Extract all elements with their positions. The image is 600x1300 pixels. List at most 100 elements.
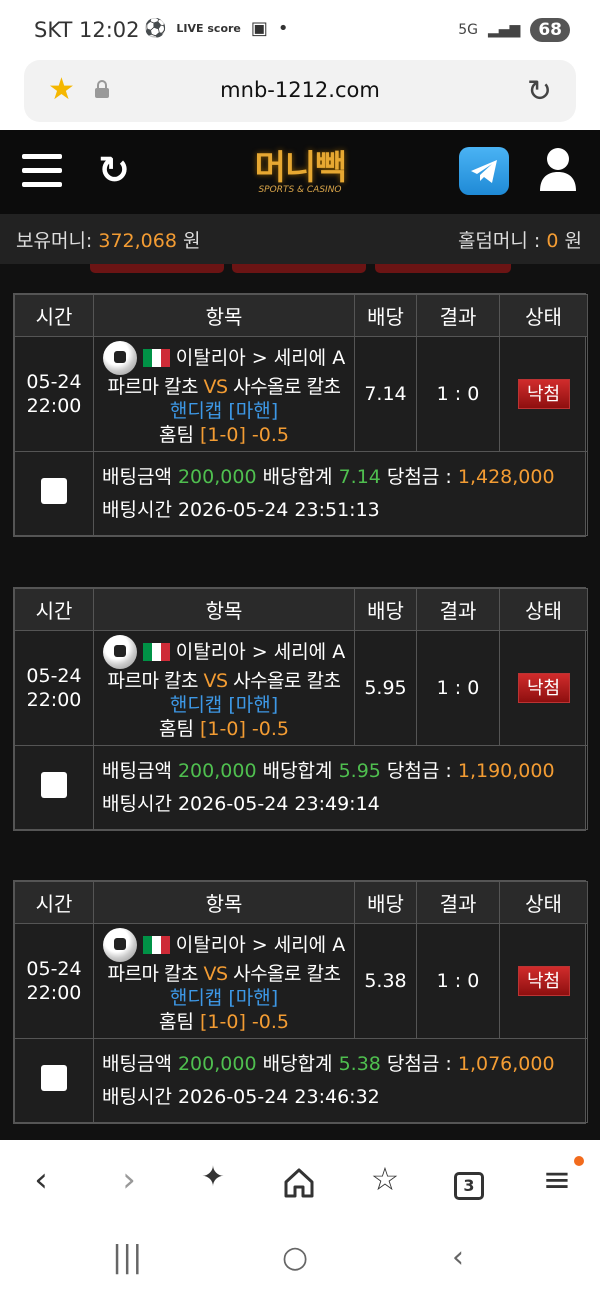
bet-info: 배팅금액 200,000 배당합계 5.38 당첨금 : 1,076,000 배… — [93, 1038, 588, 1123]
menu-icon[interactable] — [22, 154, 62, 188]
match-hour: 22:00 — [26, 982, 82, 1004]
forward-icon[interactable]: › — [104, 1160, 154, 1204]
bet-slip: 시간 항목 배당 결과 상태 05-24 22:00 이탈리아 > 세리에 A — [13, 587, 588, 831]
odds-total-label: 배당합계 — [262, 1052, 333, 1075]
tab-strip — [0, 264, 600, 274]
notification-dot-icon: • — [277, 18, 289, 39]
bet-slip: 시간 항목 배당 결과 상태 05-24 22:00 이탈리아 > 세리에 A — [13, 880, 588, 1124]
soccer-ball-icon: ⚽ — [144, 18, 167, 39]
logo-text: 머니빽 — [254, 148, 347, 188]
tab-peek[interactable] — [90, 264, 224, 273]
carrier: SKT — [34, 18, 73, 42]
holdem-label: 홀덤머니 : — [457, 230, 541, 252]
status-cell: 낙첨 — [499, 923, 588, 1039]
select-checkbox[interactable] — [41, 478, 67, 504]
vs-label: VS — [203, 376, 228, 398]
bet-amount-label: 배팅금액 — [102, 759, 172, 782]
header-item: 항목 — [93, 881, 355, 924]
bet-time-label: 배팅시간 — [102, 792, 172, 815]
select-checkbox[interactable] — [41, 772, 67, 798]
win-amount-label: 당첨금 : — [386, 465, 452, 488]
header-result: 결과 — [416, 881, 500, 924]
italy-flag-icon — [142, 643, 170, 661]
pick-label: 홈팀 — [159, 424, 194, 446]
league-name: 이탈리아 > 세리에 A — [175, 641, 346, 663]
checkbox-cell — [14, 451, 94, 536]
win-amount-value: 1,190,000 — [457, 759, 555, 782]
away-team: 사수올로 칼초 — [233, 670, 341, 692]
soccer-ball-icon — [102, 341, 137, 375]
header-odds: 배당 — [354, 294, 417, 337]
more-menu-icon[interactable]: ≡ — [532, 1156, 584, 1204]
italy-flag-icon — [142, 936, 170, 954]
system-back-icon[interactable]: ‹ — [452, 1240, 464, 1275]
market-type: 핸디캡 — [169, 987, 223, 1009]
pick-line: [1-0] -0.5 — [200, 718, 289, 740]
checkbox-cell — [14, 1038, 94, 1123]
select-checkbox[interactable] — [41, 1065, 67, 1091]
address-bar[interactable]: ★ mnb-1212.com ↻ — [24, 60, 576, 122]
match-hour: 22:00 — [26, 689, 82, 711]
battery-icon: 68 — [530, 18, 570, 42]
back-icon[interactable]: ‹ — [16, 1160, 66, 1204]
balance-unit: 원 — [183, 230, 201, 252]
bet-slip: 시간 항목 배당 결과 상태 05-24 22:00 이탈리아 > 세리에 A — [13, 293, 588, 537]
url-text[interactable]: mnb-1212.com — [24, 78, 576, 102]
win-amount-label: 당첨금 : — [386, 1052, 452, 1075]
pick-label: 홈팀 — [159, 1011, 194, 1033]
screen-icon: ▣ — [250, 18, 268, 39]
site-header: ↻ 머니빽 SPORTS & CASINO — [0, 130, 600, 214]
bet-info: 배팅금액 200,000 배당합계 5.95 당첨금 : 1,190,000 배… — [93, 745, 588, 830]
match-time: 05-24 22:00 — [14, 923, 94, 1039]
odds-total-value: 5.38 — [338, 1052, 381, 1075]
match-item: 이탈리아 > 세리에 A 파르마 칼초 VS 사수올로 칼초 핸디캡 [마핸] … — [93, 923, 355, 1039]
result-value: 1 : 0 — [416, 336, 500, 452]
market-type: 핸디캡 — [169, 694, 223, 716]
home-icon[interactable] — [274, 1160, 324, 1204]
odds-value: 5.95 — [354, 630, 417, 746]
checkbox-cell — [14, 745, 94, 830]
home-team: 파르마 칼초 — [107, 670, 198, 692]
header-result: 결과 — [416, 588, 500, 631]
soccer-ball-icon — [102, 928, 137, 962]
reload-icon[interactable]: ↻ — [527, 74, 552, 109]
tab-peek[interactable] — [375, 264, 511, 273]
odds-total-label: 배당합계 — [262, 759, 333, 782]
header-odds: 배당 — [354, 588, 417, 631]
result-value: 1 : 0 — [416, 923, 500, 1039]
odds-total-value: 5.95 — [338, 759, 381, 782]
bet-amount-label: 배팅금액 — [102, 465, 172, 488]
balance-value: 372,068 — [98, 230, 177, 252]
home-team: 파르마 칼초 — [107, 376, 198, 398]
bet-amount-value: 200,000 — [177, 465, 257, 488]
recent-apps-icon[interactable]: ||| — [112, 1240, 142, 1275]
site-logo[interactable]: 머니빽 SPORTS & CASINO — [236, 140, 364, 204]
pick-line: [1-0] -0.5 — [200, 1011, 289, 1033]
header-item: 항목 — [93, 588, 355, 631]
league-name: 이탈리아 > 세리에 A — [175, 934, 346, 956]
match-hour: 22:00 — [26, 395, 82, 417]
telegram-icon[interactable] — [459, 147, 509, 195]
home-button-icon[interactable]: ○ — [282, 1240, 308, 1275]
league-name: 이탈리아 > 세리에 A — [175, 347, 346, 369]
bookmarks-icon[interactable]: ☆ — [360, 1160, 410, 1204]
sparkle-icon[interactable]: ✦ — [188, 1160, 238, 1204]
bet-time-value: 2026-05-24 23:46:32 — [177, 1085, 380, 1108]
market-half: [마핸] — [228, 987, 279, 1009]
win-amount-label: 당첨금 : — [386, 759, 452, 782]
home-team: 파르마 칼초 — [107, 963, 198, 985]
notification-dot — [574, 1156, 584, 1166]
holdem-value: 0 — [546, 230, 559, 252]
tab-peek[interactable] — [232, 264, 366, 273]
refresh-icon[interactable]: ↻ — [98, 148, 130, 192]
header-result: 결과 — [416, 294, 500, 337]
signal-icon: ▂▄▆ — [488, 22, 521, 38]
status-cell: 낙첨 — [499, 336, 588, 452]
status-badge: 낙첨 — [517, 673, 570, 703]
user-icon[interactable] — [538, 147, 578, 191]
header-status: 상태 — [499, 588, 588, 631]
match-date: 05-24 — [26, 371, 82, 393]
pick-line: [1-0] -0.5 — [200, 424, 289, 446]
match-date: 05-24 — [26, 665, 82, 687]
tabs-icon[interactable]: 3 — [444, 1160, 494, 1204]
